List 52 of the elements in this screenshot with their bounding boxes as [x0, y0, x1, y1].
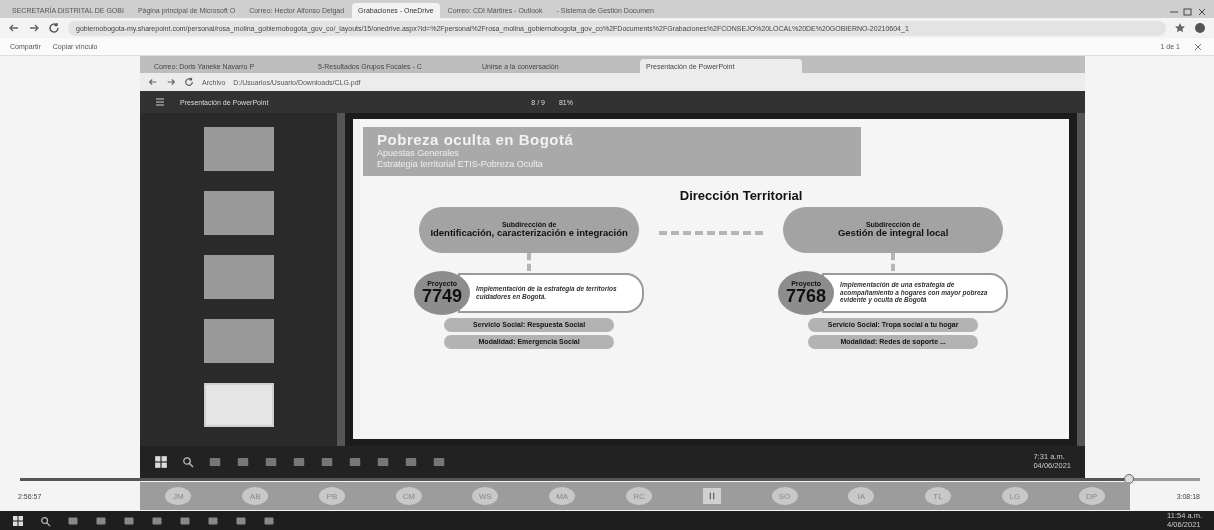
forward-icon[interactable]: [28, 22, 40, 34]
department-name: Gestión de integral local: [837, 227, 949, 239]
taskbar-app-icon[interactable]: [432, 455, 446, 469]
taskbar-app-icon[interactable]: [320, 455, 334, 469]
windows-logo-icon[interactable]: [12, 515, 24, 527]
search-icon[interactable]: [40, 515, 51, 527]
taskbar-app-icon[interactable]: [207, 515, 219, 527]
back-icon[interactable]: [8, 22, 20, 34]
participant-avatar: JM: [165, 487, 192, 505]
taskbar-app-icon[interactable]: [123, 515, 135, 527]
taskbar-app-icon[interactable]: [263, 515, 275, 527]
back-icon[interactable]: [148, 77, 158, 87]
taskbar-app-icon[interactable]: [264, 455, 278, 469]
slide-title: Pobreza oculta en Bogotá: [377, 131, 575, 148]
taskbar-app-icon[interactable]: [67, 515, 79, 527]
participant-avatar: AB: [242, 487, 269, 505]
taskbar-app-icon[interactable]: [404, 455, 418, 469]
org-heading: Dirección Territorial: [679, 187, 803, 203]
taskbar-app-icon[interactable]: [95, 515, 107, 527]
taskbar-app-icon[interactable]: [151, 515, 163, 527]
search-icon[interactable]: [182, 456, 194, 468]
windows-logo-icon[interactable]: [154, 455, 168, 469]
reload-icon[interactable]: [48, 22, 60, 34]
restore-icon[interactable]: [1182, 6, 1194, 18]
slide-thumbnail[interactable]: [203, 191, 274, 235]
slide-thumbnail[interactable]: [203, 127, 274, 171]
scrollbar[interactable]: [337, 113, 346, 446]
menu-icon[interactable]: [154, 96, 166, 108]
forward-icon[interactable]: [166, 77, 176, 87]
slide-thumbnail[interactable]: [203, 319, 274, 363]
close-icon[interactable]: [1196, 6, 1208, 18]
reload-icon[interactable]: [184, 77, 194, 87]
participant-avatar: WS: [472, 487, 499, 505]
star-icon[interactable]: [1174, 22, 1186, 34]
participant-avatar: MA: [549, 487, 576, 505]
taskbar-app-icon[interactable]: [235, 515, 247, 527]
pause-button[interactable]: [702, 488, 721, 504]
profile-icon[interactable]: [1194, 22, 1206, 34]
participant-avatar: CM: [395, 487, 422, 505]
slide-thumbnail[interactable]: [203, 383, 274, 427]
slide-subtitle: Estrategia territorial ETIS-Pobreza Oculta: [377, 158, 544, 170]
scrollbar[interactable]: [1077, 113, 1085, 446]
taskbar-app-icon[interactable]: [292, 455, 306, 469]
taskbar-app-icon[interactable]: [179, 515, 191, 527]
participant-avatar: IA: [848, 487, 875, 505]
taskbar-app-icon[interactable]: [236, 455, 250, 469]
slide-thumbnail[interactable]: [203, 255, 274, 299]
taskbar-app-icon[interactable]: [376, 455, 390, 469]
department-name: Identificación, caracterización e integración: [430, 227, 628, 239]
taskbar-app-icon[interactable]: [208, 455, 222, 469]
taskbar-app-icon[interactable]: [348, 455, 362, 469]
slide-subtitle: Apuestas Generales: [377, 148, 460, 159]
